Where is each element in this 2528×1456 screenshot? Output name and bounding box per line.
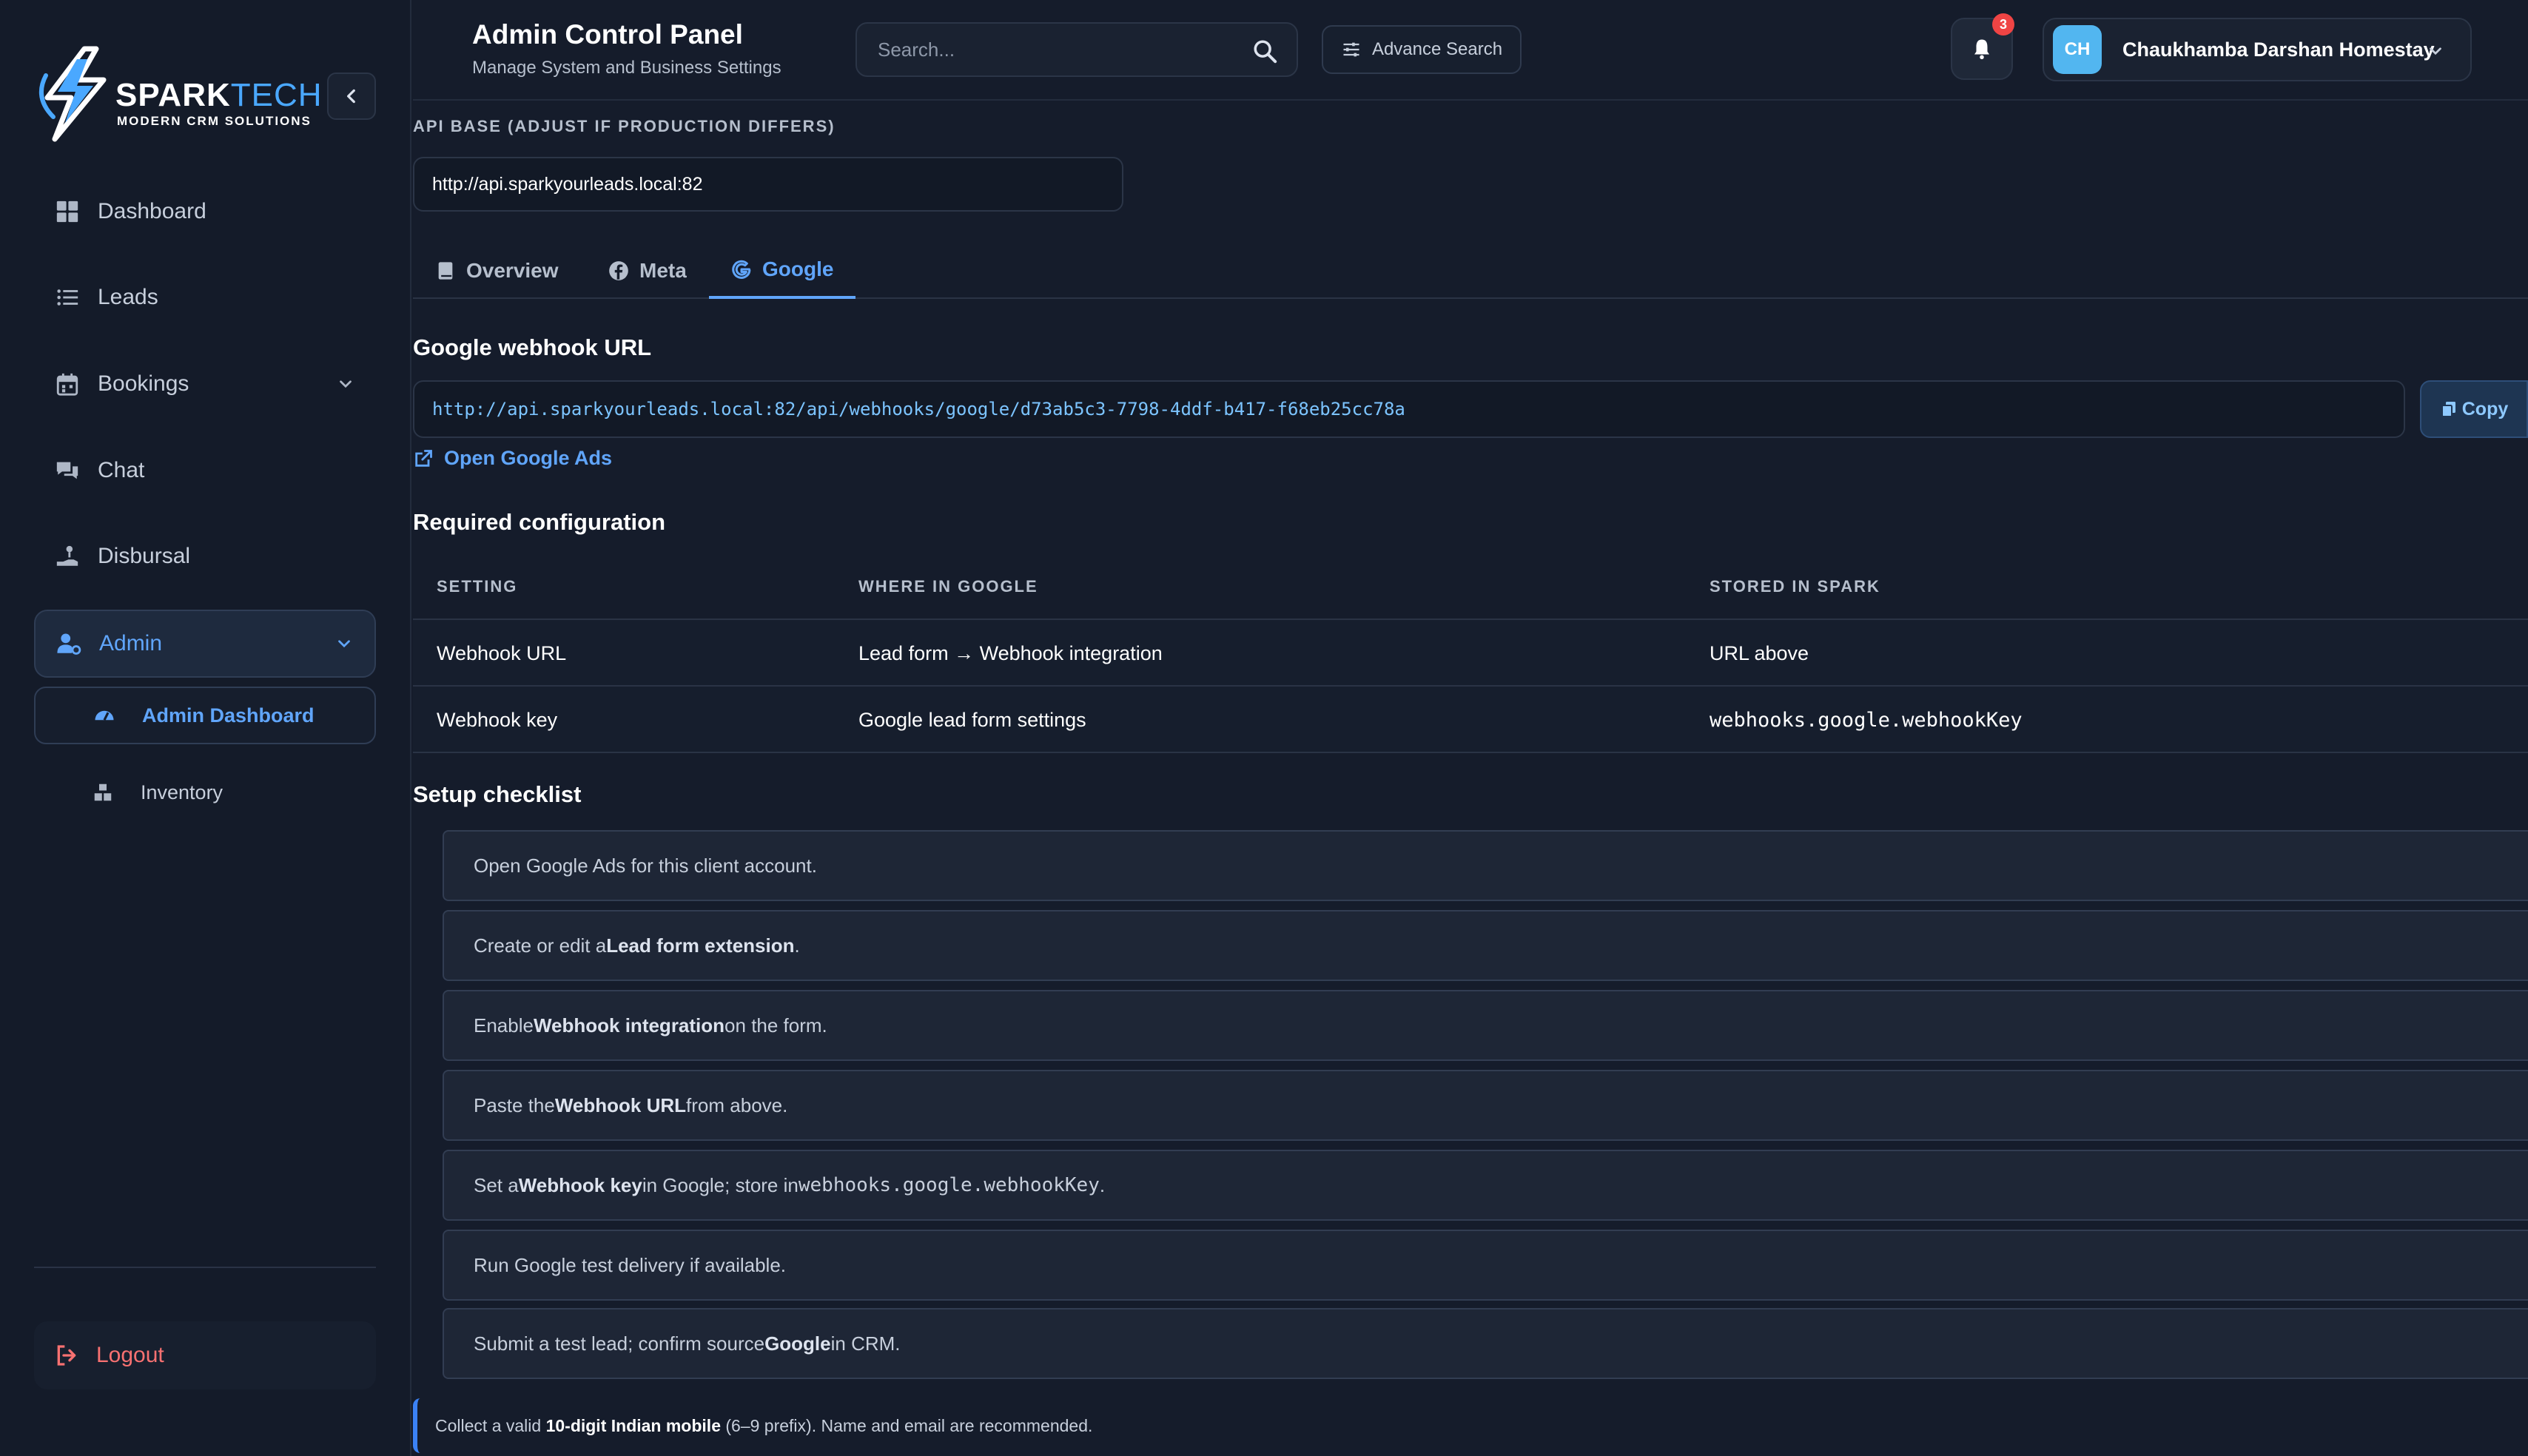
sliders-icon xyxy=(1343,42,1359,57)
sidebar-item-leads[interactable]: Leads xyxy=(34,263,376,331)
open-google-ads-link[interactable]: Open Google Ads xyxy=(413,447,612,470)
sidebar-item-label: Admin xyxy=(99,631,163,655)
sidebar-collapse-button[interactable] xyxy=(327,73,376,120)
table-cell: webhooks.google.webhookKey xyxy=(1710,708,2023,732)
avatar: CH xyxy=(2053,25,2102,74)
main-content: API BASE (ADJUST IF PRODUCTION DIFFERS) … xyxy=(413,102,2528,1456)
table-cell: URL above xyxy=(1710,641,1809,664)
tab-google[interactable]: Google xyxy=(709,243,856,299)
open-google-ads-label: Open Google Ads xyxy=(444,447,613,469)
webhook-url-value: http://api.sparkyourleads.local:82/api/w… xyxy=(432,399,1405,419)
top-header: Admin Control Panel Manage System and Bu… xyxy=(413,0,2528,101)
table-cell: Webhook key xyxy=(437,708,558,731)
table-header-cell: STORED IN SPARK xyxy=(1710,577,1880,596)
table-cell: Lead form → Webhook integration xyxy=(858,641,1163,664)
setup-checklist-title: Setup checklist xyxy=(413,781,582,807)
sidebar-item-admin[interactable]: Admin xyxy=(34,610,376,678)
tab-label: Google xyxy=(762,257,834,280)
sidebar-item-bookings[interactable]: Bookings xyxy=(34,350,376,418)
grid-icon xyxy=(56,200,78,223)
gauge-icon xyxy=(95,710,114,721)
search-input[interactable] xyxy=(878,24,1233,75)
external-link-icon xyxy=(415,449,432,467)
table-header-row: SETTING WHERE IN GOOGLE STORED IN SPARK xyxy=(413,553,2528,620)
chevron-left-icon xyxy=(347,89,355,104)
notification-badge: 3 xyxy=(1992,13,2014,36)
webhook-url-title: Google webhook URL xyxy=(413,334,652,360)
sidebar-item-label: Chat xyxy=(98,458,145,482)
sidebar-item-disbursal[interactable]: Disbursal xyxy=(34,522,376,590)
integration-tabs: Overview Meta Google xyxy=(413,243,2528,299)
table-row: Webhook key Google lead form settings we… xyxy=(413,687,2528,753)
webhook-url-field[interactable]: http://api.sparkyourleads.local:82/api/w… xyxy=(413,380,2405,438)
logout-icon xyxy=(57,1345,76,1366)
list-item: Create or edit a Lead form extension. xyxy=(443,910,2528,981)
table-header-cell: SETTING xyxy=(437,577,518,596)
list-item: Submit a test lead; confirm source Google… xyxy=(443,1308,2528,1379)
copy-icon xyxy=(2441,402,2455,417)
chevron-down-icon xyxy=(340,380,352,388)
list-item: Open Google Ads for this client account. xyxy=(443,830,2528,901)
table-cell: Google lead form settings xyxy=(858,708,1086,731)
lightning-logo-icon xyxy=(39,46,107,142)
advance-search-button[interactable]: Advance Search xyxy=(1322,25,1522,74)
list-icon xyxy=(57,289,78,306)
brand-name: SPARKTECH xyxy=(115,77,323,113)
advance-search-label: Advance Search xyxy=(1371,39,1503,59)
brand-tagline: MODERN CRM SOLUTIONS xyxy=(117,114,312,128)
sidebar-item-label: Bookings xyxy=(98,371,189,396)
boxes-icon xyxy=(94,783,112,801)
copy-label: Copy xyxy=(2461,398,2509,419)
chat-icon xyxy=(56,462,78,479)
google-icon xyxy=(732,260,751,279)
sidebar-item-dashboard[interactable]: Dashboard xyxy=(34,178,376,246)
list-item: Enable Webhook integration on the form. xyxy=(443,990,2528,1061)
page-title: Admin Control Panel xyxy=(472,19,743,50)
tab-label: Overview xyxy=(466,259,559,282)
search-box xyxy=(855,22,1298,77)
info-note: Collect a valid 10-digit Indian mobile (… xyxy=(413,1398,2528,1453)
sidebar-subitem-admin-dashboard[interactable]: Admin Dashboard xyxy=(34,687,376,744)
list-item: Set a Webhook key in Google; store in webho… xyxy=(443,1150,2528,1221)
user-gear-icon xyxy=(57,633,81,655)
api-base-input[interactable] xyxy=(413,157,1123,212)
tab-overview[interactable]: Overview xyxy=(413,243,581,299)
sidebar-item-label: Dashboard xyxy=(98,199,206,223)
list-item: Run Google test delivery if available. xyxy=(443,1230,2528,1301)
sidebar-subitem-inventory[interactable]: Inventory xyxy=(34,764,376,821)
copy-button[interactable]: Copy xyxy=(2420,380,2528,438)
hand-coin-icon xyxy=(56,545,78,566)
search-icon[interactable] xyxy=(1252,38,1277,64)
page-subtitle: Manage System and Business Settings xyxy=(472,58,781,78)
logout-label: Logout xyxy=(96,1343,164,1367)
tab-meta[interactable]: Meta xyxy=(586,243,709,299)
book-icon xyxy=(438,262,453,280)
logout-button[interactable]: Logout xyxy=(34,1321,376,1389)
user-menu[interactable]: CH Chaukhamba Darshan Homestay xyxy=(2043,18,2472,81)
config-table: SETTING WHERE IN GOOGLE STORED IN SPARK … xyxy=(413,553,2528,753)
sidebar-item-chat[interactable]: Chat xyxy=(34,437,376,505)
tab-label: Meta xyxy=(639,259,687,282)
sidebar-divider xyxy=(34,1267,376,1268)
user-name: Chaukhamba Darshan Homestay xyxy=(2122,38,2435,61)
chevron-down-icon xyxy=(338,640,350,648)
calendar-icon xyxy=(56,373,78,396)
sidebar-subitem-label: Inventory xyxy=(141,781,223,803)
chevron-down-icon xyxy=(2430,47,2441,55)
sidebar: SPARKTECH MODERN CRM SOLUTIONS Dashboard… xyxy=(0,0,411,1456)
facebook-icon xyxy=(609,261,628,280)
table-cell: Webhook URL xyxy=(437,641,567,664)
table-header-cell: WHERE IN GOOGLE xyxy=(858,577,1038,596)
table-row: Webhook URL Lead form → Webhook integrat… xyxy=(413,620,2528,687)
required-config-title: Required configuration xyxy=(413,509,665,535)
sidebar-subitem-label: Admin Dashboard xyxy=(142,704,315,727)
bell-icon xyxy=(1974,39,1989,59)
sidebar-item-label: Disbursal xyxy=(98,544,191,568)
api-base-label: API BASE (ADJUST IF PRODUCTION DIFFERS) xyxy=(413,117,836,135)
brand-logo[interactable]: SPARKTECH MODERN CRM SOLUTIONS xyxy=(33,46,323,149)
sidebar-item-label: Leads xyxy=(98,285,158,309)
list-item: Paste the Webhook URL from above. xyxy=(443,1070,2528,1141)
